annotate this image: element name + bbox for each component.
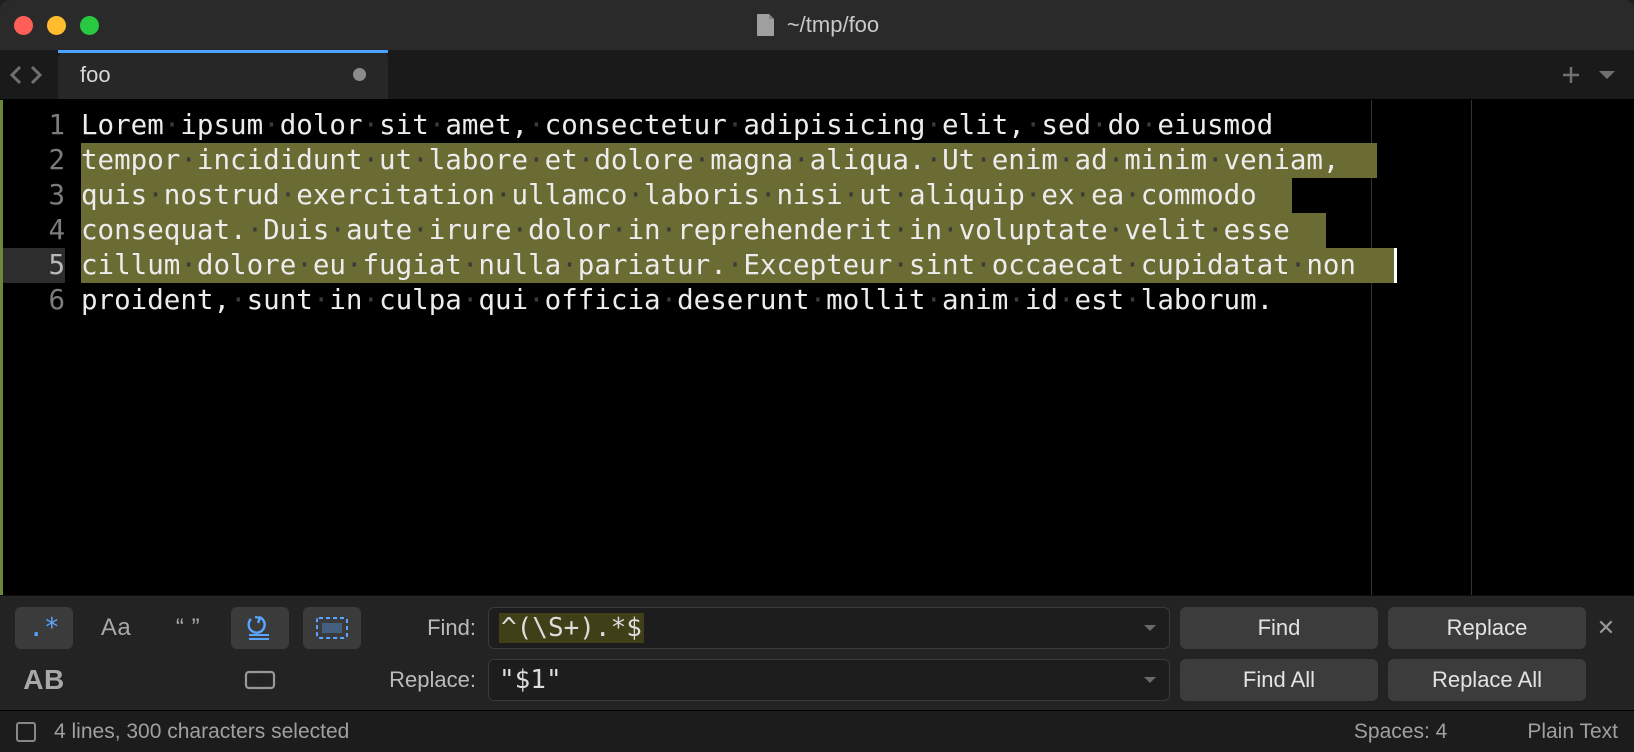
ruler-line (1471, 100, 1472, 595)
find-row: .* Aa “ ” Find: ^(\S+).*$ Find Replace ✕ (8, 602, 1626, 654)
tab-foo[interactable]: foo (58, 50, 388, 99)
window-title: ~/tmp/foo (0, 12, 1634, 38)
find-button[interactable]: Find (1180, 607, 1378, 649)
preserve-case-toggle[interactable]: AB (15, 659, 73, 701)
find-label: Find: (368, 615, 488, 641)
find-input[interactable]: ^(\S+).*$ (488, 607, 1170, 649)
replace-input[interactable]: "$1" (488, 659, 1170, 701)
minimize-window-button[interactable] (47, 16, 66, 35)
replace-input-value: "$1" (499, 665, 562, 695)
indent-status[interactable]: Spaces: 4 (1354, 720, 1447, 744)
case-sensitive-toggle[interactable]: Aa (87, 607, 145, 649)
find-replace-panel: .* Aa “ ” Find: ^(\S+).*$ Find Replace ✕… (0, 595, 1634, 710)
tab-label: foo (80, 62, 111, 88)
titlebar: ~/tmp/foo (0, 0, 1634, 50)
panel-switcher-icon[interactable] (16, 722, 36, 742)
maximize-window-button[interactable] (80, 16, 99, 35)
close-window-button[interactable] (14, 16, 33, 35)
code-line: cillum·dolore·eu·fugiat·nulla·pariatur.·… (81, 248, 1356, 283)
line-number: 3 (3, 178, 65, 213)
regex-toggle[interactable]: .* (15, 607, 73, 649)
wrap-toggle[interactable] (231, 607, 289, 649)
dirty-indicator-icon (353, 68, 366, 81)
code-line: quis·nostrud·exercitation·ullamco·labori… (81, 178, 1257, 213)
replace-history-dropdown-icon[interactable] (1141, 671, 1159, 689)
find-input-value: ^(\S+).*$ (499, 613, 644, 643)
line-number-gutter: 123456 (3, 100, 81, 595)
line-number: 4 (3, 213, 65, 248)
code-area[interactable]: Lorem·ipsum·dolor·sit·amet,·consectetur·… (81, 100, 1634, 595)
new-tab-icon[interactable] (1560, 64, 1582, 86)
nav-forward-icon[interactable] (26, 63, 44, 87)
window-title-text: ~/tmp/foo (787, 12, 879, 38)
tab-history-nav (0, 50, 52, 99)
wrap-icon (245, 615, 275, 641)
tabbar-actions (1560, 50, 1634, 99)
line-number: 2 (3, 143, 65, 178)
replace-button[interactable]: Replace (1388, 607, 1586, 649)
highlight-icon (244, 669, 276, 691)
highlight-matches-toggle[interactable] (231, 659, 289, 701)
find-all-button[interactable]: Find All (1180, 659, 1378, 701)
in-selection-toggle[interactable] (303, 607, 361, 649)
selection-status: 4 lines, 300 characters selected (54, 720, 349, 744)
replace-label: Replace: (368, 667, 488, 693)
code-line: Lorem·ipsum·dolor·sit·amet,·consectetur·… (81, 108, 1273, 143)
text-cursor (1394, 248, 1397, 283)
tabbar: foo (0, 50, 1634, 100)
line-number: 6 (3, 283, 65, 318)
code-line: tempor·incididunt·ut·labore·et·dolore·ma… (81, 143, 1340, 178)
in-selection-icon (315, 615, 349, 641)
find-history-dropdown-icon[interactable] (1141, 619, 1159, 637)
tabs-menu-icon[interactable] (1596, 64, 1618, 86)
window-controls (14, 16, 99, 35)
replace-row: AB Replace: "$1" Find All Replace All (8, 654, 1626, 706)
replace-all-button[interactable]: Replace All (1388, 659, 1586, 701)
line-number: 5 (3, 248, 65, 283)
file-icon (755, 13, 777, 37)
editor[interactable]: 123456 Lorem·ipsum·dolor·sit·amet,·conse… (0, 100, 1634, 595)
code-line: proident,·sunt·in·culpa·qui·officia·dese… (81, 283, 1273, 318)
close-find-panel-icon[interactable]: ✕ (1586, 615, 1626, 641)
code-line: consequat.·Duis·aute·irure·dolor·in·repr… (81, 213, 1290, 248)
line-number: 1 (3, 108, 65, 143)
nav-back-icon[interactable] (8, 63, 26, 87)
syntax-status[interactable]: Plain Text (1527, 720, 1618, 744)
statusbar: 4 lines, 300 characters selected Spaces:… (0, 710, 1634, 752)
whole-word-toggle[interactable]: “ ” (159, 607, 217, 649)
